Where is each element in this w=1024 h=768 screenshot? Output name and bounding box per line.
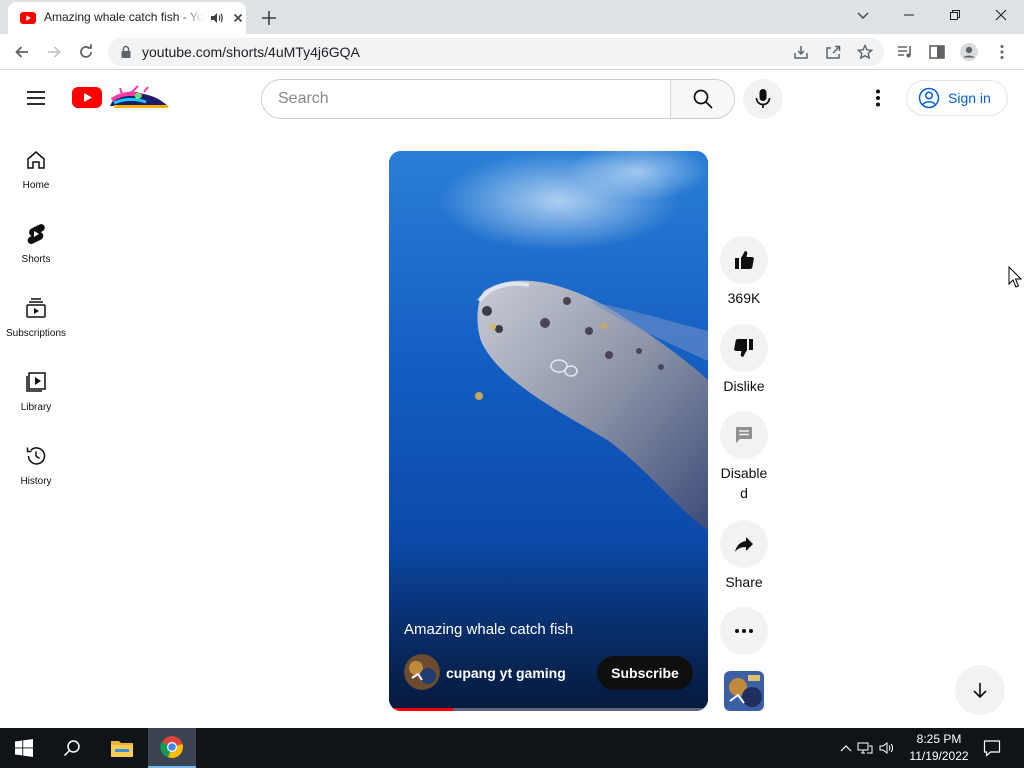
search-button[interactable] bbox=[670, 80, 734, 118]
dislike-label: Dislike bbox=[723, 378, 765, 394]
history-icon bbox=[24, 444, 48, 468]
share-label: Share bbox=[725, 574, 763, 590]
sign-in-label: Sign in bbox=[948, 90, 991, 106]
like-count: 369K bbox=[727, 290, 761, 306]
guide-item-home[interactable]: Home bbox=[0, 148, 72, 222]
guide-label-library: Library bbox=[20, 402, 52, 413]
windows-start-icon[interactable] bbox=[0, 728, 48, 768]
search-input[interactable] bbox=[262, 80, 672, 118]
side-panel-icon[interactable] bbox=[925, 40, 949, 64]
share-action: Share bbox=[720, 520, 768, 592]
comments-label: Disabled bbox=[720, 465, 768, 501]
file-explorer-icon[interactable] bbox=[98, 728, 146, 768]
browser-tab[interactable]: Amazing whale catch fish - YouTube bbox=[8, 2, 246, 34]
guide-item-history[interactable]: History bbox=[0, 444, 72, 518]
install-app-icon[interactable] bbox=[792, 43, 810, 61]
like-action: 369K bbox=[720, 236, 768, 308]
lock-icon[interactable] bbox=[120, 45, 132, 59]
share-page-icon[interactable] bbox=[824, 43, 842, 61]
comments-button[interactable] bbox=[720, 411, 768, 459]
arrow-down-icon bbox=[973, 683, 987, 699]
chrome-menu-icon[interactable] bbox=[990, 40, 1014, 64]
settings-kebab-icon[interactable] bbox=[866, 86, 890, 110]
subscribe-button[interactable]: Subscribe bbox=[597, 656, 693, 690]
account-circle-icon bbox=[918, 87, 940, 109]
guide-item-library[interactable]: Library bbox=[0, 370, 72, 444]
url-text[interactable]: youtube.com/shorts/4uMTy4j6GQA bbox=[142, 44, 360, 60]
tab-title: Amazing whale catch fish - YouTube bbox=[44, 10, 204, 24]
back-button[interactable] bbox=[10, 40, 34, 64]
address-bar[interactable]: youtube.com/shorts/4uMTy4j6GQA bbox=[108, 38, 884, 66]
guide-item-subscriptions[interactable]: Subscriptions bbox=[0, 296, 72, 370]
guide-label-shorts: Shorts bbox=[21, 254, 51, 265]
tab-audio-icon[interactable] bbox=[210, 11, 224, 25]
close-window-button[interactable] bbox=[978, 0, 1024, 30]
thumbs-down-icon bbox=[734, 339, 753, 357]
subscriptions-icon bbox=[24, 296, 48, 320]
comments-action: Disabled bbox=[720, 411, 768, 503]
notifications-icon[interactable] bbox=[972, 728, 1012, 768]
guide-menu-icon[interactable] bbox=[24, 86, 48, 110]
channel-avatar[interactable] bbox=[404, 654, 440, 690]
browser-tab-strip: Amazing whale catch fish - YouTube bbox=[0, 0, 1024, 34]
shorts-title[interactable]: Amazing whale catch fish bbox=[404, 621, 573, 638]
search-box[interactable] bbox=[261, 79, 735, 119]
thumbs-up-icon bbox=[735, 251, 754, 269]
dislike-button[interactable] bbox=[720, 324, 768, 372]
chrome-taskbar-icon[interactable] bbox=[148, 728, 196, 768]
next-video-button[interactable] bbox=[955, 665, 1005, 715]
more-horizontal-icon bbox=[735, 629, 753, 633]
dislike-action: Dislike bbox=[720, 324, 768, 396]
taskbar-clock[interactable]: 8:25 PM 11/19/2022 bbox=[906, 731, 972, 765]
channel-name[interactable]: cupang yt gaming bbox=[446, 665, 566, 681]
share-button[interactable] bbox=[720, 520, 768, 568]
clock-time: 8:25 PM bbox=[916, 732, 962, 746]
sound-thumbnail[interactable] bbox=[724, 671, 764, 711]
reload-button[interactable] bbox=[74, 40, 98, 64]
network-icon[interactable] bbox=[854, 741, 876, 755]
forward-button[interactable] bbox=[42, 40, 66, 64]
guide-item-shorts[interactable]: Shorts bbox=[0, 222, 72, 296]
tab-search-chevron-icon[interactable] bbox=[840, 0, 886, 30]
minimize-button[interactable] bbox=[886, 0, 932, 30]
search-icon bbox=[693, 89, 713, 109]
media-controls-icon[interactable] bbox=[893, 40, 917, 64]
like-button[interactable] bbox=[720, 236, 768, 284]
microphone-icon bbox=[755, 89, 771, 108]
tray-expand-icon[interactable] bbox=[838, 744, 854, 752]
mouse-cursor-icon bbox=[1008, 266, 1022, 288]
tab-close-icon[interactable] bbox=[230, 10, 246, 26]
share-arrow-icon bbox=[735, 537, 753, 552]
shorts-icon bbox=[24, 222, 48, 246]
comment-icon bbox=[736, 427, 752, 443]
guide-label-home: Home bbox=[22, 180, 50, 191]
restore-button[interactable] bbox=[932, 0, 978, 30]
bookmark-star-icon[interactable] bbox=[856, 43, 874, 61]
video-progress-fill bbox=[389, 708, 453, 711]
home-icon bbox=[24, 148, 48, 172]
browser-toolbar: youtube.com/shorts/4uMTy4j6GQA bbox=[0, 34, 1024, 70]
guide-label-history: History bbox=[20, 476, 52, 487]
system-tray bbox=[838, 728, 898, 768]
youtube-favicon-icon bbox=[20, 12, 36, 24]
clock-date: 11/19/2022 bbox=[909, 749, 969, 763]
more-action bbox=[720, 607, 768, 655]
more-options-button[interactable] bbox=[720, 607, 768, 655]
shorts-video-player[interactable]: Amazing whale catch fish cupang yt gamin… bbox=[389, 151, 708, 711]
windows-taskbar: 8:25 PM 11/19/2022 bbox=[0, 728, 1024, 768]
video-progress-bar[interactable] bbox=[389, 708, 708, 711]
volume-icon[interactable] bbox=[876, 741, 898, 755]
sign-in-button[interactable]: Sign in bbox=[906, 80, 1008, 116]
new-tab-button[interactable] bbox=[258, 7, 280, 29]
youtube-logo[interactable] bbox=[72, 84, 172, 112]
taskbar-search-icon[interactable] bbox=[48, 728, 96, 768]
library-icon bbox=[24, 370, 48, 394]
voice-search-button[interactable] bbox=[743, 79, 783, 119]
guide-label-subscriptions: Subscriptions bbox=[5, 328, 67, 339]
profile-avatar-icon[interactable] bbox=[957, 40, 981, 64]
